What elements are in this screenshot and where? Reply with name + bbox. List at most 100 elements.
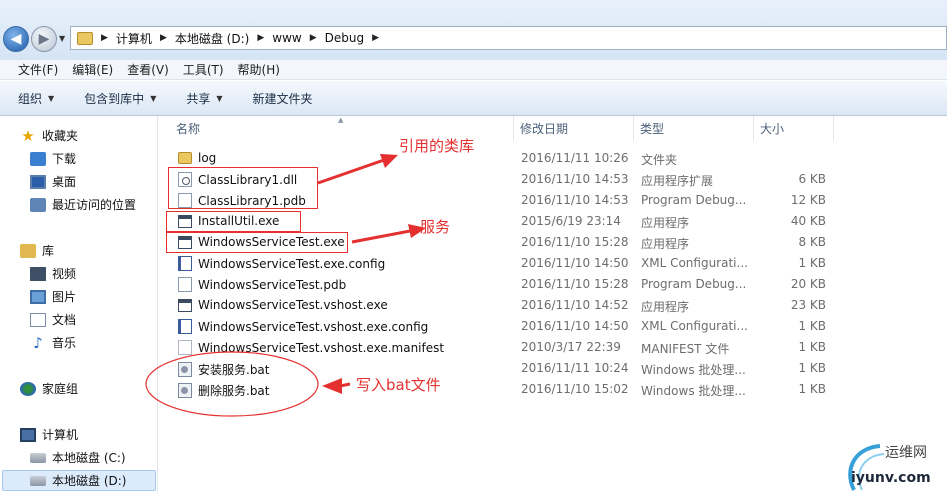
picture-icon [30, 289, 46, 304]
sidebar-label: 本地磁盘 (C:) [52, 451, 126, 465]
file-row[interactable]: 安装服务.bat 2016/11/11 10:24 Windows 批处理... 1 … [170, 358, 834, 379]
sidebar-label: 桌面 [52, 175, 77, 189]
file-row[interactable]: WindowsServiceTest.vshost.exe.manifest 20… [170, 337, 834, 358]
config-icon [178, 319, 192, 334]
menu-edit[interactable]: 编辑(E) [72, 61, 113, 78]
chevron-down-icon: ▼ [150, 93, 157, 103]
file-row[interactable]: 删除服务.bat 2016/11/10 15:02 Windows 批处理... 1 … [170, 379, 834, 400]
file-size: 1 KB [798, 340, 826, 354]
sidebar-item-libraries[interactable]: 库 [20, 242, 54, 259]
file-date: 2016/11/10 14:52 [521, 298, 629, 312]
sidebar-item-recent[interactable]: 最近访问的位置 [30, 196, 136, 213]
column-header-type[interactable]: 类型 [634, 116, 754, 141]
file-name: WindowsServiceTest.vshost.exe.config [198, 319, 429, 334]
file-row[interactable]: WindowsServiceTest.pdb 2016/11/10 15:28 Pr… [170, 274, 834, 295]
file-name-cell: WindowsServiceTest.exe.config [178, 256, 385, 271]
chevron-right-icon[interactable]: ▶ [257, 33, 264, 43]
breadcrumb-computer[interactable]: 计算机 [116, 30, 152, 47]
file-name-cell: 安装服务.bat [178, 361, 270, 378]
file-name: 安装服务.bat [198, 363, 270, 377]
recent-pages-dropdown[interactable]: ▼ [59, 34, 65, 43]
watermark-text-cn: 运维网 [885, 445, 927, 461]
breadcrumb-drive-d[interactable]: 本地磁盘 (D:) [175, 30, 249, 47]
sidebar-label: 视频 [52, 267, 77, 281]
menu-tools[interactable]: 工具(T) [183, 61, 224, 78]
file-name: log [198, 151, 217, 165]
file-date: 2015/6/19 23:14 [521, 214, 621, 228]
file-row[interactable]: WindowsServiceTest.vshost.exe.config 2016… [170, 316, 834, 337]
file-name-cell: WindowsServiceTest.pdb [178, 277, 346, 292]
sidebar-item-music[interactable]: ♪ 音乐 [30, 334, 76, 351]
document-icon [30, 312, 46, 327]
sidebar-item-downloads[interactable]: 下载 [30, 150, 76, 167]
sidebar-item-computer[interactable]: 计算机 [20, 426, 78, 443]
file-date: 2016/11/10 14:50 [521, 319, 629, 333]
sidebar-item-videos[interactable]: 视频 [30, 265, 76, 282]
file-name-cell: WindowsServiceTest.vshost.exe.manifest [178, 340, 444, 355]
include-in-library-button[interactable]: 包含到库中 ▼ [84, 90, 156, 107]
forward-button[interactable]: ▶ [31, 26, 57, 52]
organize-button[interactable]: 组织 ▼ [18, 90, 54, 107]
sidebar-label: 音乐 [52, 336, 77, 350]
config-icon [178, 256, 192, 271]
file-size: 1 KB [798, 256, 826, 270]
file-type: Program Debug... [641, 193, 747, 207]
breadcrumb-debug[interactable]: Debug [325, 31, 364, 45]
file-date: 2016/11/10 14:53 [521, 172, 629, 186]
file-size: 12 KB [790, 193, 826, 207]
back-button[interactable]: ◀ [3, 26, 29, 52]
column-header-date[interactable]: 修改日期 [514, 116, 634, 141]
sidebar-label: 家庭组 [42, 382, 79, 396]
chevron-right-icon[interactable]: ▶ [160, 33, 167, 43]
sidebar-item-documents[interactable]: 文档 [30, 311, 76, 328]
chevron-right-icon[interactable]: ▶ [372, 33, 379, 43]
arrow-right-icon: ▶ [38, 31, 50, 47]
command-bar: 组织 ▼ 包含到库中 ▼ 共享 ▼ 新建文件夹 [0, 81, 947, 116]
sidebar-item-favorites[interactable]: ★ 收藏夹 [20, 127, 78, 144]
annotation-box-library [168, 167, 318, 209]
sidebar-item-pictures[interactable]: 图片 [30, 288, 76, 305]
file-size: 23 KB [790, 298, 826, 312]
file-type: XML Configurati... [641, 319, 748, 333]
sidebar-item-drive-c[interactable]: 本地磁盘 (C:) [30, 449, 126, 466]
file-type: XML Configurati... [641, 256, 748, 270]
annotation-box-service [166, 232, 348, 253]
column-header-size[interactable]: 大小 [754, 116, 834, 141]
sidebar-label: 文档 [52, 313, 77, 327]
file-date: 2016/11/11 10:26 [521, 151, 629, 165]
chevron-down-icon: ▼ [48, 93, 55, 103]
menu-help[interactable]: 帮助(H) [238, 61, 280, 78]
file-row[interactable]: WindowsServiceTest.vshost.exe 2016/11/10 … [170, 295, 834, 316]
file-name: WindowsServiceTest.vshost.exe [198, 298, 388, 312]
computer-icon [20, 427, 36, 442]
file-date: 2016/11/10 14:53 [521, 193, 629, 207]
sidebar-item-homegroup[interactable]: 家庭组 [20, 380, 78, 397]
chevron-down-icon: ▼ [216, 93, 223, 103]
file-type: 应用程序 [641, 300, 690, 314]
file-row[interactable]: log 2016/11/11 10:26 文件夹 [170, 148, 834, 169]
drive-icon [30, 475, 46, 486]
new-folder-button[interactable]: 新建文件夹 [253, 90, 313, 107]
arrow-left-icon: ◀ [10, 31, 22, 47]
annotation-box-installutil [166, 211, 301, 232]
chevron-right-icon[interactable]: ▶ [101, 33, 108, 43]
sidebar-item-desktop[interactable]: 桌面 [30, 173, 76, 190]
folder-icon [178, 152, 192, 164]
file-name-cell: WindowsServiceTest.vshost.exe [178, 298, 388, 312]
menu-file[interactable]: 文件(F) [18, 61, 58, 78]
file-row[interactable]: WindowsServiceTest.exe.config 2016/11/10 … [170, 253, 834, 274]
file-date: 2016/11/11 10:24 [521, 361, 629, 375]
manifest-icon [178, 340, 192, 355]
sidebar-label: 本地磁盘 (D:) [52, 474, 127, 488]
share-label: 共享 [186, 91, 211, 106]
sidebar-item-drive-d[interactable]: 本地磁盘 (D:) [2, 470, 156, 491]
breadcrumb[interactable]: ▶ 计算机 ▶ 本地磁盘 (D:) ▶ www ▶ Debug ▶ [70, 26, 947, 50]
file-type: Program Debug... [641, 277, 747, 291]
menu-view[interactable]: 查看(V) [127, 61, 169, 78]
share-button[interactable]: 共享 ▼ [186, 90, 222, 107]
chevron-right-icon[interactable]: ▶ [310, 33, 317, 43]
downloads-icon [30, 151, 46, 166]
file-size: 8 KB [798, 235, 826, 249]
breadcrumb-www[interactable]: www [272, 31, 301, 45]
file-size: 1 KB [798, 361, 826, 375]
